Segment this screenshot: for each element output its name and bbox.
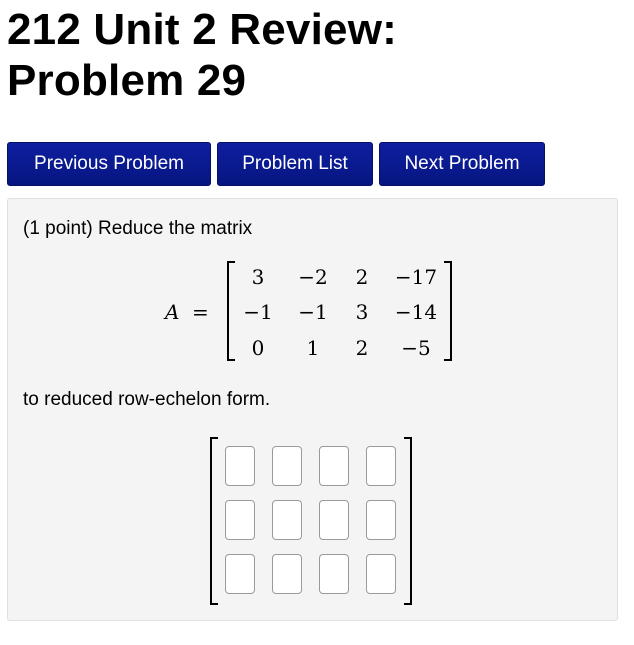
matrix-cell-r1c3: 2 <box>355 265 369 289</box>
answer-input-r1c3[interactable] <box>319 446 349 486</box>
matrix-cell-r2c4: −14 <box>394 300 438 324</box>
answer-input-r1c4[interactable] <box>366 446 396 486</box>
problem-instruction: to reduced row-echelon form. <box>23 389 271 410</box>
answer-input-r3c4[interactable] <box>366 554 396 594</box>
next-problem-button[interactable]: Next Problem <box>379 142 545 186</box>
page-title-line-2: Problem 29 <box>7 56 247 105</box>
answer-input-r1c1[interactable] <box>225 446 255 486</box>
answer-right-bracket <box>404 437 412 605</box>
previous-problem-button[interactable]: Previous Problem <box>7 142 211 186</box>
problem-panel: (1 point) Reduce the matrix A = 3 −2 2 −… <box>7 198 618 621</box>
equals-sign: = <box>192 300 209 324</box>
answer-input-r2c2[interactable] <box>272 500 302 540</box>
matrix-right-bracket <box>444 261 452 361</box>
page-title-line-1: 212 Unit 2 Review: <box>7 5 397 54</box>
answer-input-r3c3[interactable] <box>319 554 349 594</box>
answer-input-r2c3[interactable] <box>319 500 349 540</box>
matrix-cell-r3c3: 2 <box>355 336 369 360</box>
matrix-cell-r2c1: −1 <box>243 300 273 324</box>
matrix-cell-r3c1: 0 <box>251 336 265 360</box>
answer-input-r2c1[interactable] <box>225 500 255 540</box>
matrix-cell-r3c2: 1 <box>306 336 320 360</box>
problem-list-button[interactable]: Problem List <box>217 142 373 186</box>
problem-intro: (1 point) Reduce the matrix <box>23 218 253 239</box>
matrix-cell-r1c1: 3 <box>251 265 265 289</box>
matrix-name: A <box>165 300 180 324</box>
matrix-cell-r2c2: −1 <box>298 300 328 324</box>
page-title: 212 Unit 2 Review: Problem 29 <box>7 4 397 106</box>
answer-input-r3c1[interactable] <box>225 554 255 594</box>
matrix-cell-r1c2: −2 <box>298 265 328 289</box>
matrix-cell-r1c4: −17 <box>394 265 438 289</box>
answer-input-r3c2[interactable] <box>272 554 302 594</box>
matrix-cell-r3c4: −5 <box>401 336 431 360</box>
answer-input-r2c4[interactable] <box>366 500 396 540</box>
answer-input-r1c2[interactable] <box>272 446 302 486</box>
matrix-cell-r2c3: 3 <box>355 300 369 324</box>
answer-left-bracket <box>210 437 218 605</box>
